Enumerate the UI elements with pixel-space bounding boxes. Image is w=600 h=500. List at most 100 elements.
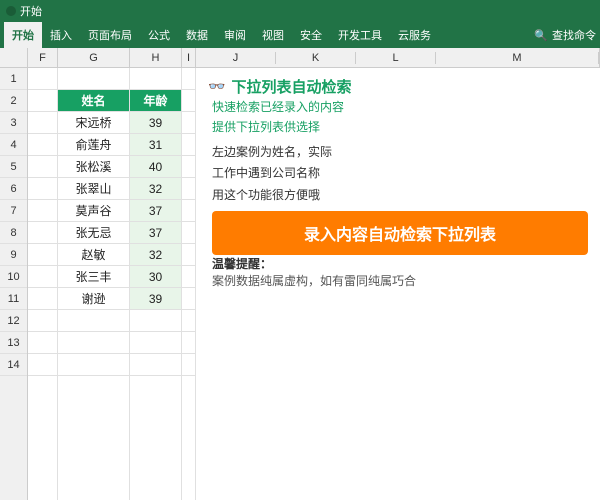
- cell-g-9[interactable]: 赵敏: [58, 244, 129, 266]
- cell-g-14[interactable]: [58, 354, 129, 376]
- info-sub-line: 提供下拉列表供选择: [212, 117, 588, 137]
- info-title-text: 下拉列表自动检索: [231, 76, 351, 97]
- ribbon-tab-页面布局[interactable]: 页面布局: [80, 22, 140, 48]
- cell-f-10[interactable]: [28, 266, 57, 288]
- cell-f-12[interactable]: [28, 310, 57, 332]
- cell-f-3[interactable]: [28, 112, 57, 134]
- col-g-names: 姓名宋远桥俞莲舟张松溪张翠山莫声谷张无忌赵敏张三丰谢逊: [58, 68, 130, 500]
- cell-h-header[interactable]: 年龄: [130, 90, 181, 112]
- ribbon-tab-开发工具[interactable]: 开发工具: [330, 22, 390, 48]
- spreadsheet: F G H I J K L M 1234567891011121314 姓名宋远…: [0, 48, 600, 500]
- col-header-f: F: [28, 48, 58, 67]
- row-number-4: 4: [0, 134, 27, 156]
- info-panel: 👓 下拉列表自动检索 快速检索已经录入的内容提供下拉列表供选择 左边案例为姓名，…: [196, 68, 600, 500]
- cell-h-5[interactable]: 40: [130, 156, 181, 178]
- col-header-k: K: [276, 52, 356, 64]
- cell-i-4[interactable]: [182, 134, 195, 156]
- row-number-5: 5: [0, 156, 27, 178]
- cell-i-13[interactable]: [182, 332, 195, 354]
- cell-h-8[interactable]: 37: [130, 222, 181, 244]
- cell-h-10[interactable]: 30: [130, 266, 181, 288]
- cell-h-1[interactable]: [130, 68, 181, 90]
- cell-f-9[interactable]: [28, 244, 57, 266]
- cell-i-8[interactable]: [182, 222, 195, 244]
- cell-i-9[interactable]: [182, 244, 195, 266]
- grid-columns: 姓名宋远桥俞莲舟张松溪张翠山莫声谷张无忌赵敏张三丰谢逊 年龄3931403237…: [28, 68, 600, 500]
- search-label: 查找命令: [552, 27, 596, 43]
- cell-f-14[interactable]: [28, 354, 57, 376]
- cell-f-7[interactable]: [28, 200, 57, 222]
- cell-h-6[interactable]: 32: [130, 178, 181, 200]
- info-desc: 左边案例为姓名，实际工作中遇到公司名称用这个功能很方便哦: [212, 142, 588, 207]
- cell-i-14[interactable]: [182, 354, 195, 376]
- auto-search-button[interactable]: 录入内容自动检索下拉列表: [212, 211, 588, 255]
- cell-i-3[interactable]: [182, 112, 195, 134]
- cell-g-1[interactable]: [58, 68, 129, 90]
- cell-i-6[interactable]: [182, 178, 195, 200]
- cell-f-5[interactable]: [28, 156, 57, 178]
- ribbon-tab-视图[interactable]: 视图: [254, 22, 292, 48]
- cell-f-1[interactable]: [28, 68, 57, 90]
- row-number-6: 6: [0, 178, 27, 200]
- cell-g-10[interactable]: 张三丰: [58, 266, 129, 288]
- row-number-1: 1: [0, 68, 27, 90]
- cell-i-7[interactable]: [182, 200, 195, 222]
- row-number-12: 12: [0, 310, 27, 332]
- reminder-text: 案例数据纯属虚构，如有雷同纯属巧合: [212, 274, 416, 288]
- cell-f-8[interactable]: [28, 222, 57, 244]
- col-i: [182, 68, 196, 500]
- title-dot: [6, 6, 16, 16]
- cell-h-4[interactable]: 31: [130, 134, 181, 156]
- info-desc-line: 用这个功能很方便哦: [212, 185, 588, 207]
- cell-f-4[interactable]: [28, 134, 57, 156]
- row-number-7: 7: [0, 200, 27, 222]
- cell-f-2[interactable]: [28, 90, 57, 112]
- cell-i-12[interactable]: [182, 310, 195, 332]
- ribbon-tab-公式[interactable]: 公式: [140, 22, 178, 48]
- cell-f-13[interactable]: [28, 332, 57, 354]
- cell-h-3[interactable]: 39: [130, 112, 181, 134]
- ribbon-tab-插入[interactable]: 插入: [42, 22, 80, 48]
- cell-g-11[interactable]: 谢逊: [58, 288, 129, 310]
- search-icon: 🔍: [534, 29, 548, 42]
- col-header-h: H: [130, 48, 182, 67]
- cell-g-6[interactable]: 张翠山: [58, 178, 129, 200]
- ribbon-tab-开始[interactable]: 开始: [4, 22, 42, 48]
- col-headers-rest: J K L M: [196, 48, 600, 67]
- row-numbers: 1234567891011121314: [0, 68, 28, 500]
- cell-i-11[interactable]: [182, 288, 195, 310]
- cell-g-header[interactable]: 姓名: [58, 90, 129, 112]
- cell-h-12[interactable]: [130, 310, 181, 332]
- row-number-13: 13: [0, 332, 27, 354]
- cell-h-7[interactable]: 37: [130, 200, 181, 222]
- cell-g-4[interactable]: 俞莲舟: [58, 134, 129, 156]
- cell-i-2[interactable]: [182, 90, 195, 112]
- ribbon-tab-审阅[interactable]: 审阅: [216, 22, 254, 48]
- cell-h-13[interactable]: [130, 332, 181, 354]
- cell-f-6[interactable]: [28, 178, 57, 200]
- cell-i-10[interactable]: [182, 266, 195, 288]
- cell-g-7[interactable]: 莫声谷: [58, 200, 129, 222]
- row-number-11: 11: [0, 288, 27, 310]
- cell-g-13[interactable]: [58, 332, 129, 354]
- ribbon-tab-安全[interactable]: 安全: [292, 22, 330, 48]
- col-h-ages: 年龄393140323737323039: [130, 68, 182, 500]
- cell-g-12[interactable]: [58, 310, 129, 332]
- ribbon-tab-数据[interactable]: 数据: [178, 22, 216, 48]
- cell-h-11[interactable]: 39: [130, 288, 181, 310]
- col-header-g: G: [58, 48, 130, 67]
- row-number-14: 14: [0, 354, 27, 376]
- cell-g-3[interactable]: 宋远桥: [58, 112, 129, 134]
- cell-i-1[interactable]: [182, 68, 195, 90]
- cell-h-14[interactable]: [130, 354, 181, 376]
- cell-f-11[interactable]: [28, 288, 57, 310]
- reminder: 温馨提醒： 案例数据纯属虚构，如有雷同纯属巧合: [212, 255, 588, 289]
- col-header-i: I: [182, 48, 196, 67]
- cell-g-8[interactable]: 张无忌: [58, 222, 129, 244]
- cell-i-5[interactable]: [182, 156, 195, 178]
- cell-g-5[interactable]: 张松溪: [58, 156, 129, 178]
- cell-h-9[interactable]: 32: [130, 244, 181, 266]
- ribbon-tab-云服务[interactable]: 云服务: [390, 22, 439, 48]
- ribbon-tabs: 开始插入页面布局公式数据审阅视图安全开发工具云服务 🔍 查找命令: [0, 22, 600, 48]
- ribbon-search[interactable]: 🔍 查找命令: [534, 27, 596, 43]
